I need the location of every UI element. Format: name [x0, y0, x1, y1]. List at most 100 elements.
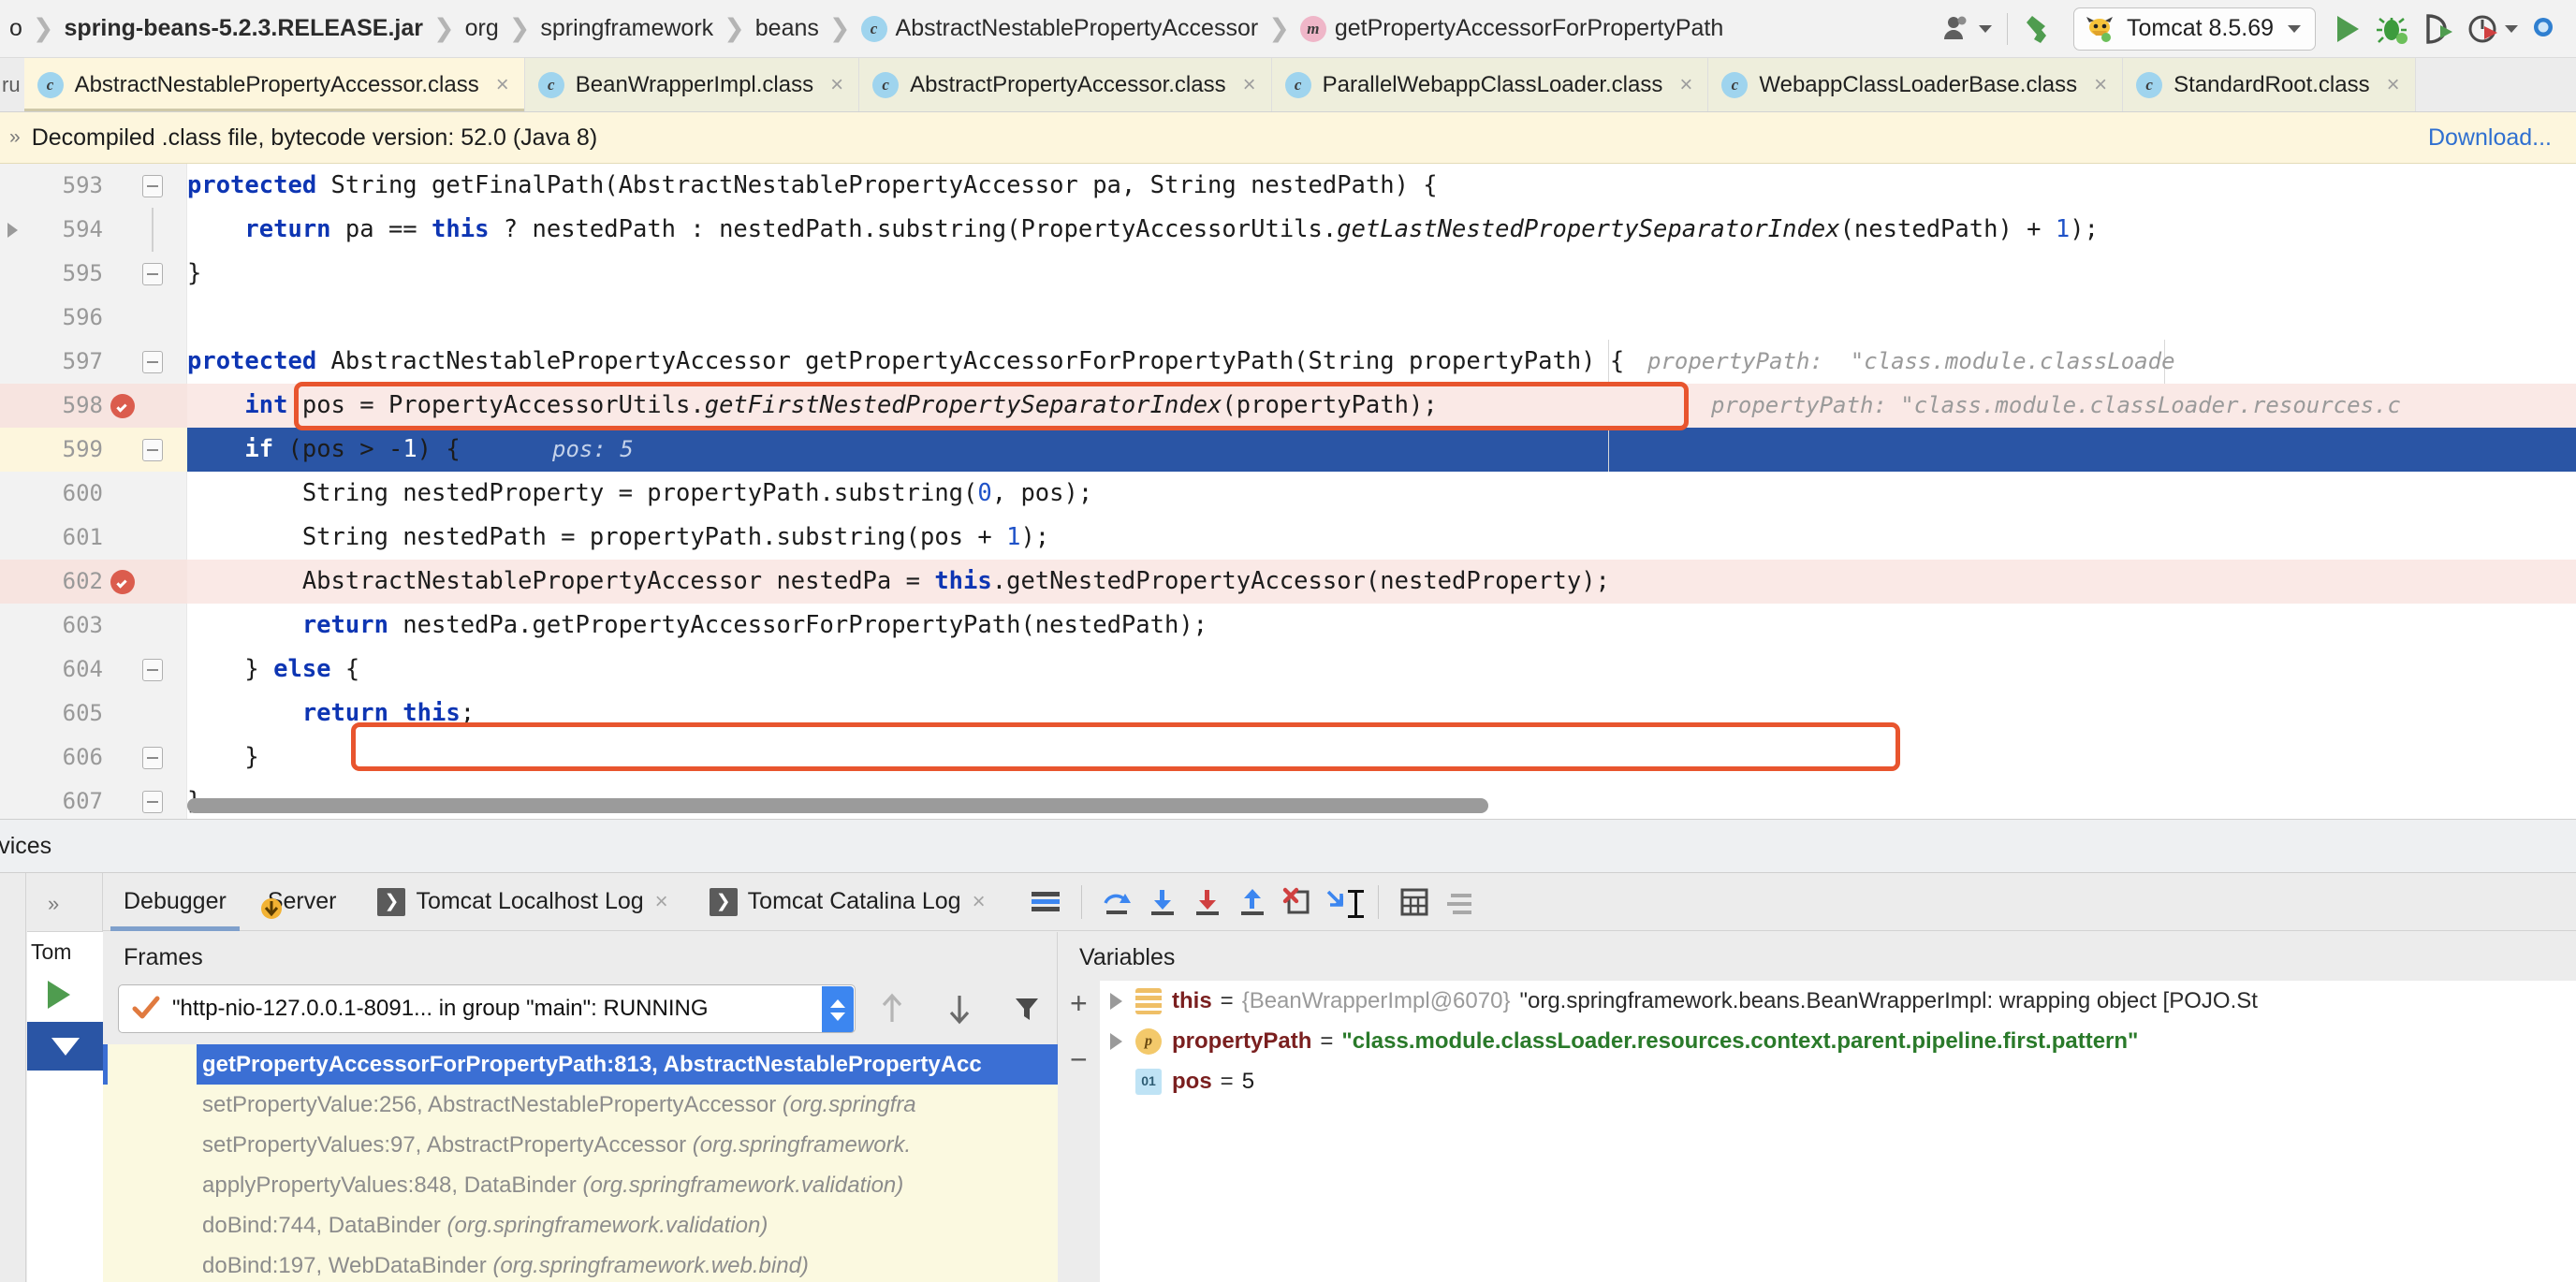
code-line-605[interactable]: 605 return this; [0, 692, 2576, 736]
fold-toggle-icon[interactable] [142, 351, 163, 373]
code-line-602[interactable]: 602 AbstractNestablePropertyAccessor nes… [0, 560, 2576, 604]
fold-toggle-icon[interactable] [142, 791, 163, 813]
expand-chevron-icon[interactable]: » [48, 892, 59, 916]
breadcrumb-item-jar[interactable]: spring-beans-5.2.3.RELEASE.jar [61, 15, 427, 42]
close-icon[interactable]: × [1237, 72, 1256, 98]
settings-button[interactable] [1437, 880, 1482, 925]
move-up-button[interactable] [871, 987, 914, 1030]
code-line-606[interactable]: 606 } [0, 736, 2576, 779]
editor-tab-webappclassloaderbase[interactable]: c WebappClassLoaderBase.class × [1708, 58, 2124, 111]
frame-list-item[interactable]: getPropertyAccessorForPropertyPath:813, … [197, 1044, 1058, 1085]
code-line-603[interactable]: 603 return nestedPa.getPropertyAccessorF… [0, 604, 2576, 648]
code-line-595[interactable]: 595 } [0, 252, 2576, 296]
frames-list[interactable]: getPropertyAccessorForPropertyPath:813, … [197, 1044, 1058, 1282]
code-line-600[interactable]: 600 String nestedProperty = propertyPath… [0, 472, 2576, 516]
tab-tomcat-localhost-log[interactable]: ❯ Tomcat Localhost Log × [357, 873, 688, 931]
services-tomcat-node-label[interactable]: Tom [31, 940, 71, 965]
code-line-597[interactable]: 597 protected AbstractNestablePropertyAc… [0, 340, 2576, 384]
close-icon[interactable]: × [2381, 72, 2400, 98]
fold-toggle-icon[interactable] [142, 747, 163, 769]
breadcrumb-item-org[interactable]: org [461, 15, 503, 42]
breadcrumb-item-springframework[interactable]: springframework [536, 15, 717, 42]
variables-tree[interactable]: this = {BeanWrapperImpl@6070} "org.sprin… [1101, 981, 2576, 1282]
close-icon[interactable]: × [2088, 72, 2107, 98]
editor-horizontal-scrollbar[interactable] [187, 798, 1488, 813]
collapse-node-icon[interactable] [27, 1022, 103, 1071]
combo-spinner-icon[interactable] [822, 986, 854, 1032]
code-line-593[interactable]: 593 protected String getFinalPath(Abstra… [0, 164, 2576, 208]
frame-list-item[interactable]: applyPropertyValues:848, DataBinder (org… [197, 1165, 1058, 1205]
chevron-right-icon[interactable]: » [9, 126, 21, 149]
fold-toggle-icon[interactable] [142, 175, 163, 197]
thread-selector-combo[interactable]: "http-nio-127.0.0.1-8091... in group "ma… [118, 984, 856, 1033]
variable-name: pos [1172, 1069, 1212, 1094]
step-over-button[interactable] [1095, 880, 1140, 925]
expand-arrow-icon[interactable] [1110, 992, 1122, 1010]
step-into-button[interactable] [1140, 880, 1185, 925]
variable-row-propertypath[interactable]: p propertyPath = "class.module.classLoad… [1101, 1021, 2576, 1061]
add-watch-button[interactable]: + [1070, 988, 1088, 1018]
tab-tomcat-catalina-log[interactable]: ❯ Tomcat Catalina Log × [689, 873, 1006, 931]
services-tree[interactable]: Tom [27, 931, 103, 1282]
code-editor[interactable]: 593 protected String getFinalPath(Abstra… [0, 164, 2576, 819]
evaluate-expression-button[interactable] [1392, 880, 1437, 925]
run-configuration-selector[interactable]: Tomcat 8.5.69 [2072, 7, 2316, 51]
thread-selector-label: "http-nio-127.0.0.1-8091... in group "ma… [172, 996, 709, 1021]
breadcrumb-item-method[interactable]: m getPropertyAccessorForPropertyPath [1296, 15, 1727, 42]
breakpoint-icon[interactable] [110, 570, 135, 594]
run-config-label: Tomcat 8.5.69 [2126, 15, 2274, 41]
step-out-button[interactable] [1230, 880, 1275, 925]
close-icon[interactable]: × [973, 889, 986, 915]
breadcrumb-item-class[interactable]: c AbstractNestablePropertyAccessor [857, 15, 1263, 42]
download-sources-link[interactable]: Download... [2428, 124, 2552, 152]
fold-toggle-icon[interactable] [142, 659, 163, 681]
editor-tab-standardroot[interactable]: c StandardRoot.class × [2123, 58, 2416, 111]
breadcrumb-leading[interactable]: o [6, 15, 26, 42]
filter-frames-button[interactable] [1005, 987, 1048, 1030]
breakpoint-icon[interactable] [110, 394, 135, 418]
rerun-icon[interactable] [48, 981, 70, 1009]
close-icon[interactable]: × [655, 889, 668, 915]
code-line-599[interactable]: 599 if (pos > -1) { pos: 5 [0, 428, 2576, 472]
close-icon[interactable]: × [490, 72, 509, 98]
breadcrumb-item-beans[interactable]: beans [752, 15, 823, 42]
fold-toggle-icon[interactable] [142, 439, 163, 461]
code-line-601[interactable]: 601 String nestedPath = propertyPath.sub… [0, 516, 2576, 560]
code-line-604[interactable]: 604 } else { [0, 648, 2576, 692]
frame-list-item[interactable]: setPropertyValues:97, AbstractPropertyAc… [197, 1125, 1058, 1165]
services-tool-window-header[interactable]: ervices [0, 819, 2576, 873]
show-execution-point-button[interactable] [1023, 880, 1068, 925]
variable-row-pos[interactable]: 01 pos = 5 [1101, 1061, 2576, 1101]
run-to-line-icon[interactable] [7, 223, 18, 238]
user-switch-button[interactable] [1938, 6, 1998, 52]
debug-button[interactable] [2370, 6, 2417, 52]
editor-tab-beanwrapperimpl[interactable]: c BeanWrapperImpl.class × [524, 58, 860, 111]
force-step-into-button[interactable] [1185, 880, 1230, 925]
tab-debugger[interactable]: Debugger [103, 873, 247, 931]
profiler-button[interactable] [2462, 6, 2524, 52]
frame-list-item[interactable]: setPropertyValue:256, AbstractNestablePr… [197, 1085, 1058, 1125]
fold-toggle-icon[interactable] [142, 263, 163, 285]
frame-list-item[interactable]: doBind:197, WebDataBinder (org.springfra… [197, 1246, 1058, 1282]
close-icon[interactable]: × [1674, 72, 1692, 98]
editor-tab-parallelwebappclassloader[interactable]: c ParallelWebappClassLoader.class × [1271, 58, 1709, 111]
services-run-column[interactable]: » Tom [27, 873, 103, 1282]
frame-list-item[interactable]: doBind:744, DataBinder (org.springframew… [197, 1205, 1058, 1246]
run-to-cursor-button[interactable] [1320, 880, 1365, 925]
code-text: } [187, 259, 202, 287]
close-icon[interactable]: × [825, 72, 843, 98]
run-button[interactable] [2325, 6, 2370, 52]
expand-arrow-icon[interactable] [1110, 1032, 1122, 1050]
code-line-596[interactable]: 596 [0, 296, 2576, 340]
run-with-coverage-button[interactable] [2417, 6, 2462, 52]
move-down-button[interactable] [938, 987, 981, 1030]
code-line-594[interactable]: 594 return pa == this ? nestedPath : nes… [0, 208, 2576, 252]
remove-watch-button[interactable]: − [1070, 1044, 1088, 1074]
code-line-598[interactable]: 598 int pos = PropertyAccessorUtils.getF… [0, 384, 2576, 428]
editor-tab-abstractpropertyaccessor[interactable]: c AbstractPropertyAccessor.class × [859, 58, 1272, 111]
search-everywhere-button[interactable] [2524, 6, 2567, 52]
variable-row-this[interactable]: this = {BeanWrapperImpl@6070} "org.sprin… [1101, 981, 2576, 1021]
build-button[interactable] [2017, 6, 2064, 52]
drop-frame-button[interactable] [1275, 880, 1320, 925]
editor-tab-abstractnestablepropertyaccessor[interactable]: c AbstractNestablePropertyAccessor.class… [23, 58, 525, 111]
